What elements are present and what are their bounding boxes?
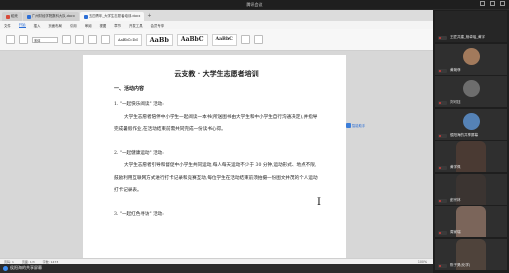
participant-name: 刘可钰 [450, 100, 461, 104]
minimize-icon[interactable] [480, 1, 485, 6]
meeting-title-bar: 腾讯会议 [0, 0, 509, 9]
participant-tile[interactable]: 王匠共建_杨卓瑶_黄宇 [435, 11, 507, 42]
participant-list: 王匠共建_杨卓瑶_黄宇 黄琬菲刘可钰侯阳海的共享屏幕 黄学佩彭宗林周家瑞陈子昊(化学… [433, 10, 509, 273]
item-body: 大学生志愿者引导和督促中小学生共同运动,每人每天运动不少于 30 分钟,运动形式… [114, 163, 318, 193]
participant-name: 彭宗林 [450, 197, 461, 202]
find-replace-icon[interactable] [240, 35, 250, 44]
participant-name: 侯阳海的共享屏幕 [450, 132, 478, 137]
participant-name: 王匠共建_杨卓瑶_黄宇 [450, 35, 485, 39]
item-body: 大学生志愿者陪伴中小学生一起阅读一本书(所送图书由大学生和中小学生自行沟通决定)… [114, 114, 318, 133]
mic-muted-icon [438, 36, 447, 40]
participant-name: 陈子昊(化学) [450, 262, 471, 267]
menu-item[interactable]: 插入 [34, 23, 41, 28]
window-controls [480, 1, 505, 6]
mic-muted-icon [438, 231, 447, 235]
participant-tile[interactable]: 彭宗林 [435, 173, 507, 205]
assistant-label[interactable]: 智能助手 [352, 123, 365, 128]
zoom-level[interactable]: 100% [418, 260, 433, 264]
status-page: 页码: 1 [4, 259, 14, 264]
document-title: 云支教 · 大学生志愿者培训 [174, 69, 259, 78]
menu-item[interactable]: 章节 [114, 23, 121, 28]
font-select[interactable]: 宋体 [32, 36, 58, 43]
shared-screen: 稻壳 广州财经学院数科大队.docx 五四青年_大学生志愿者培训.docx + … [0, 10, 433, 264]
participant-tile[interactable]: 刘可钰 [435, 76, 507, 107]
wps-tab-doc-1[interactable]: 广州财经学院数科大队.docx [22, 12, 79, 21]
mic-muted-icon [438, 263, 447, 268]
assistant-icon[interactable] [346, 123, 351, 128]
status-pages: 页面: 1/3 [21, 259, 35, 264]
menu-item[interactable]: 视图 [99, 23, 106, 28]
wps-menu-bar: 文件 开始 插入 页面布局 引用 审阅 视图 章节 开发工具 会员专享 [0, 21, 433, 29]
bold-icon[interactable] [62, 35, 71, 44]
menu-item[interactable]: 开发工具 [129, 23, 143, 28]
doc-icon [26, 14, 31, 19]
status-words: 字数: 1473 [42, 259, 59, 264]
text-cursor-icon: I [317, 197, 321, 208]
doc-icon [83, 14, 88, 19]
share-notice: 侯阳海的共享屏幕 [3, 264, 42, 272]
align-icon[interactable] [101, 35, 110, 44]
menu-item[interactable]: 页面布局 [48, 23, 62, 28]
participant-name: 周家瑞 [450, 230, 461, 234]
status-bar: 页码: 1 页面: 1/3 字数: 1473 100% [0, 258, 433, 264]
style-normal[interactable]: AaBbCcDd [114, 33, 142, 46]
section-heading: 一、活动内容 [114, 86, 145, 92]
mic-muted-icon [438, 68, 447, 73]
maximize-icon[interactable] [490, 1, 495, 6]
wps-logo-icon [6, 14, 10, 19]
mic-muted-icon [438, 198, 447, 203]
meeting-title: 腾讯会议 [246, 2, 263, 7]
document-canvas: 云支教 · 大学生志愿者培训 一、活动内容 1. "一起快乐阅读" 活动: 大学… [0, 51, 433, 264]
participant-name: 黄琬菲 [450, 67, 461, 72]
format-painter-icon[interactable] [19, 35, 28, 44]
wps-ribbon: 宋体 AaBbCcDd AaBb AaBbC AaBbC [0, 29, 433, 51]
menu-item[interactable]: 开始 [18, 22, 26, 28]
avatar [463, 112, 480, 130]
paste-icon[interactable] [6, 35, 15, 44]
menu-item[interactable]: 文件 [4, 23, 11, 28]
participant-tile[interactable]: 黄琬菲 [435, 43, 507, 75]
item-heading: 1. "一起快乐阅读" 活动: [114, 102, 164, 107]
menu-item[interactable]: 引用 [70, 23, 77, 28]
participant-tile[interactable]: 黄学佩 [435, 141, 507, 172]
style-heading-3[interactable]: AaBbC [211, 33, 237, 46]
close-icon[interactable] [500, 1, 505, 6]
menu-item[interactable]: 会员专享 [151, 23, 165, 28]
meeting-window: 腾讯会议 稻壳 广州财经学院数科大队.docx 五四青年_大学生志愿者培训.do… [0, 0, 509, 273]
mic-muted-icon [438, 101, 447, 105]
participant-name: 黄学佩 [450, 165, 461, 169]
participant-tile[interactable]: 周家瑞 [435, 206, 507, 237]
participant-tile[interactable]: 侯阳海的共享屏幕 [435, 108, 507, 140]
wps-tab-doc-2[interactable]: 五四青年_大学生志愿者培训.docx [79, 12, 145, 21]
new-tab-icon[interactable]: + [145, 12, 153, 21]
avatar [463, 47, 480, 65]
mic-muted-icon [438, 133, 447, 138]
select-icon[interactable] [253, 35, 263, 44]
mic-muted-icon [438, 166, 447, 170]
menu-item[interactable]: 审阅 [85, 23, 92, 28]
style-heading-1[interactable]: AaBb [145, 33, 173, 46]
wps-tab-bar: 稻壳 广州财经学院数科大队.docx 五四青年_大学生志愿者培训.docx + [0, 10, 433, 21]
style-heading-2[interactable]: AaBbC [176, 33, 208, 46]
item-heading: 2. "一起健康运动" 活动: [114, 150, 164, 156]
share-notice-text: 侯阳海的共享屏幕 [10, 265, 42, 270]
underline-icon[interactable] [88, 35, 97, 44]
italic-icon[interactable] [75, 35, 84, 44]
item-heading: 3. "一起红色寻访" 活动: [114, 211, 164, 217]
participant-tile[interactable]: 陈子昊(化学) [435, 238, 507, 270]
document-page[interactable]: 云支教 · 大学生志愿者培训 一、活动内容 1. "一起快乐阅读" 活动: 大学… [83, 55, 346, 264]
avatar [463, 80, 480, 97]
screen-share-icon [3, 265, 8, 271]
wps-tab-home[interactable]: 稻壳 [2, 12, 22, 21]
